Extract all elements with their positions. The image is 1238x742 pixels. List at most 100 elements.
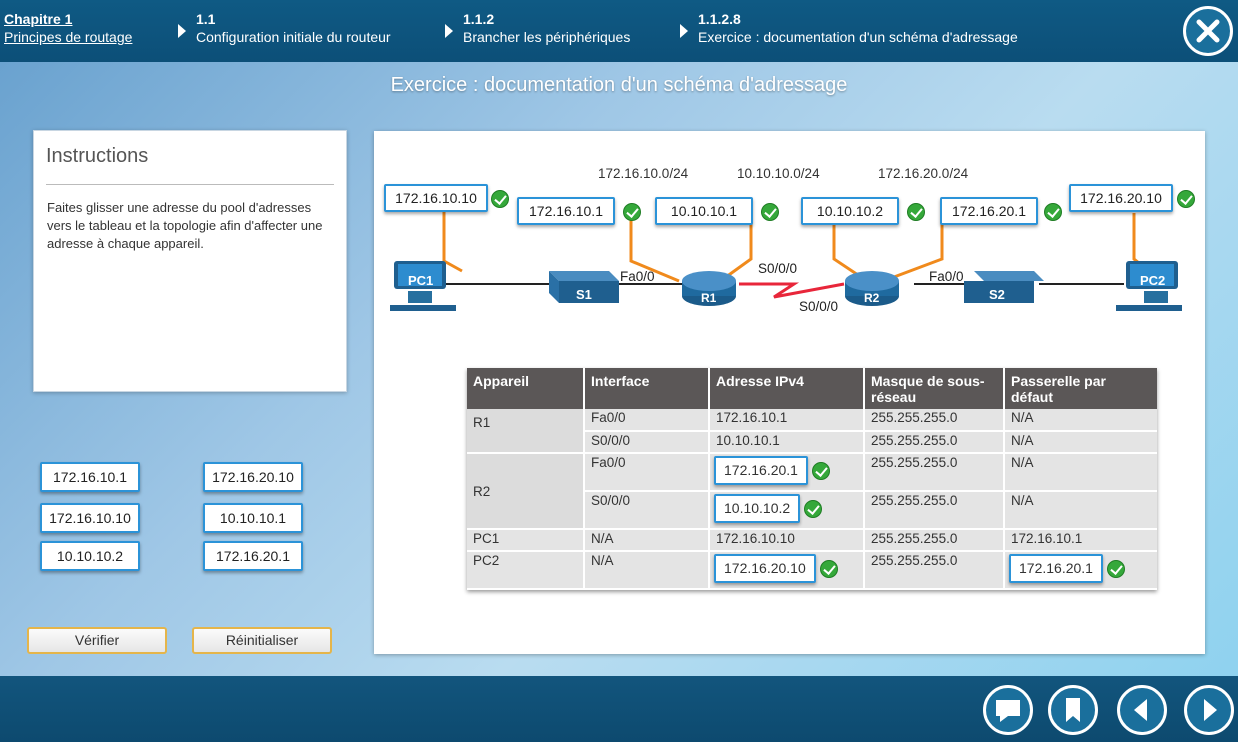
instructions-text: Faites glisser une adresse du pool d'adr… [47,200,323,251]
pool-address-chip[interactable]: 10.10.10.1 [203,503,303,533]
topology-address-r2-s[interactable]: 10.10.10.2 [801,197,899,225]
topology-address-r1-fa[interactable]: 172.16.10.1 [517,197,615,225]
ipv4-cell: 172.16.10.10 [709,529,865,552]
column-header: Interface [584,368,710,409]
breadcrumb-current-number: 1.1.2.8 [698,11,741,27]
table-address-chip[interactable]: 172.16.20.1 [714,456,808,485]
column-header: Masque de sous-réseau [864,368,1005,409]
mask-cell: 255.255.255.0 [864,431,1005,454]
bookmark-button[interactable] [1048,685,1098,735]
table-address-chip[interactable]: 10.10.10.2 [714,494,801,523]
check-icon [1177,190,1195,208]
gateway-cell: 172.16.20.1 [1004,551,1157,590]
interface-label: Fa0/0 [929,269,964,284]
topology-address-pc2[interactable]: 172.16.20.10 [1069,184,1173,212]
check-icon [907,203,925,221]
breadcrumb-arrow-icon [680,24,688,38]
topology-address-pc1[interactable]: 172.16.10.10 [384,184,488,212]
pool-address-chip[interactable]: 172.16.10.10 [40,503,140,533]
breadcrumb-subsection-label: Brancher les périphériques [463,29,631,45]
interface-cell: Fa0/0 [584,409,710,432]
device-cell: R2 [467,453,585,530]
topology-address-r1-s[interactable]: 10.10.10.1 [655,197,753,225]
pool-address-chip[interactable]: 10.10.10.2 [40,541,140,571]
interface-label: Fa0/0 [620,269,655,284]
cable-leader [832,217,865,281]
ipv4-cell: 172.16.10.1 [709,409,865,432]
ipv4-cell: 10.10.10.1 [709,431,865,454]
table-address-chip[interactable]: 172.16.20.10 [714,554,816,583]
check-icon [491,190,509,208]
device-label-s2: S2 [989,287,1005,302]
breadcrumb-chapter-label[interactable]: Principes de routage [4,28,132,46]
serial-link [739,282,845,299]
previous-icon [1134,699,1147,721]
breadcrumb-section-number: 1.1 [196,11,216,27]
pool-address-chip[interactable]: 172.16.10.1 [40,462,140,492]
pool-address-chip[interactable]: 172.16.20.10 [203,462,303,492]
check-icon [819,559,838,578]
breadcrumb-section-label: Configuration initiale du routeur [196,29,391,45]
mask-cell: 255.255.255.0 [864,551,1005,590]
column-header: Appareil [467,368,585,409]
gateway-cell: 172.16.10.1 [1004,529,1157,552]
column-header: Passerelle par défaut [1004,368,1157,409]
mask-cell: 255.255.255.0 [864,491,1005,530]
comment-button[interactable] [983,685,1033,735]
table-row: R2 Fa0/0 172.16.20.1 255.255.255.0 N/A [467,453,1157,530]
instructions-panel: Instructions Faites glisser une adresse … [33,130,347,392]
activity-stage: Exercice : documentation d'un schéma d'a… [0,62,1238,676]
cable-leader [725,217,753,279]
check-icon [811,461,830,480]
topology-diagram [390,211,1182,311]
check-icon [1044,203,1062,221]
close-button[interactable] [1183,6,1233,56]
gateway-cell: N/A [1004,453,1157,492]
breadcrumb-current: 1.1.2.8 Exercice : documentation d'un sc… [698,10,1018,46]
divider [46,184,334,185]
topology-address-r2-fa[interactable]: 172.16.20.1 [940,197,1038,225]
page-title: Exercice : documentation d'un schéma d'a… [390,74,848,96]
gateway-cell: N/A [1004,431,1157,454]
interface-cell: S0/0/0 [584,491,710,530]
device-cell: PC1 [467,529,585,552]
table-row: PC1 N/A 172.16.10.10 255.255.255.0 172.1… [467,529,1157,552]
interface-cell: N/A [584,551,710,590]
table-header-row: Appareil Interface Adresse IPv4 Masque d… [467,368,1157,409]
device-label-pc1: PC1 [408,273,434,288]
interface-cell: S0/0/0 [584,431,710,454]
ipv4-cell: 172.16.20.10 [709,551,865,590]
breadcrumb-subsection[interactable]: 1.1.2 Brancher les périphériques [463,10,630,46]
ipv4-cell: 10.10.10.2 [709,491,865,530]
pool-address-chip[interactable]: 172.16.20.1 [203,541,303,571]
cable-leader [442,211,463,273]
breadcrumb-arrow-icon [178,24,186,38]
interface-label: S0/0/0 [758,261,798,276]
device-cell: PC2 [467,551,585,590]
breadcrumb-chapter-number[interactable]: Chapitre 1 [4,10,132,28]
mask-cell: 255.255.255.0 [864,529,1005,552]
table-row: PC2 N/A 172.16.20.10 255.255.255.0 172.1… [467,551,1157,590]
breadcrumb-chapter[interactable]: Chapitre 1 Principes de routage [4,10,132,46]
header-bar: Chapitre 1 Principes de routage 1.1 Conf… [0,0,1238,62]
reset-button[interactable]: Réinitialiser [192,627,332,654]
verify-button[interactable]: Vérifier [27,627,167,654]
breadcrumb-section[interactable]: 1.1 Configuration initiale du routeur [196,10,391,46]
interface-cell: N/A [584,529,710,552]
next-icon [1204,699,1217,721]
comment-icon [996,700,1020,722]
check-icon [623,203,641,221]
interface-label: S0/0/0 [799,299,839,314]
ipv4-cell: 172.16.20.1 [709,453,865,492]
cable-leader [893,217,944,279]
check-icon [761,203,779,221]
table-address-chip[interactable]: 172.16.20.1 [1009,554,1103,583]
interface-cell: Fa0/0 [584,453,710,492]
column-header: Adresse IPv4 [709,368,865,409]
next-button[interactable] [1184,685,1234,735]
close-icon [1196,19,1220,43]
check-icon [804,499,823,518]
breadcrumb-arrow-icon [445,24,453,38]
previous-button[interactable] [1117,685,1167,735]
breadcrumb-current-label: Exercice : documentation d'un schéma d'a… [698,29,1018,45]
